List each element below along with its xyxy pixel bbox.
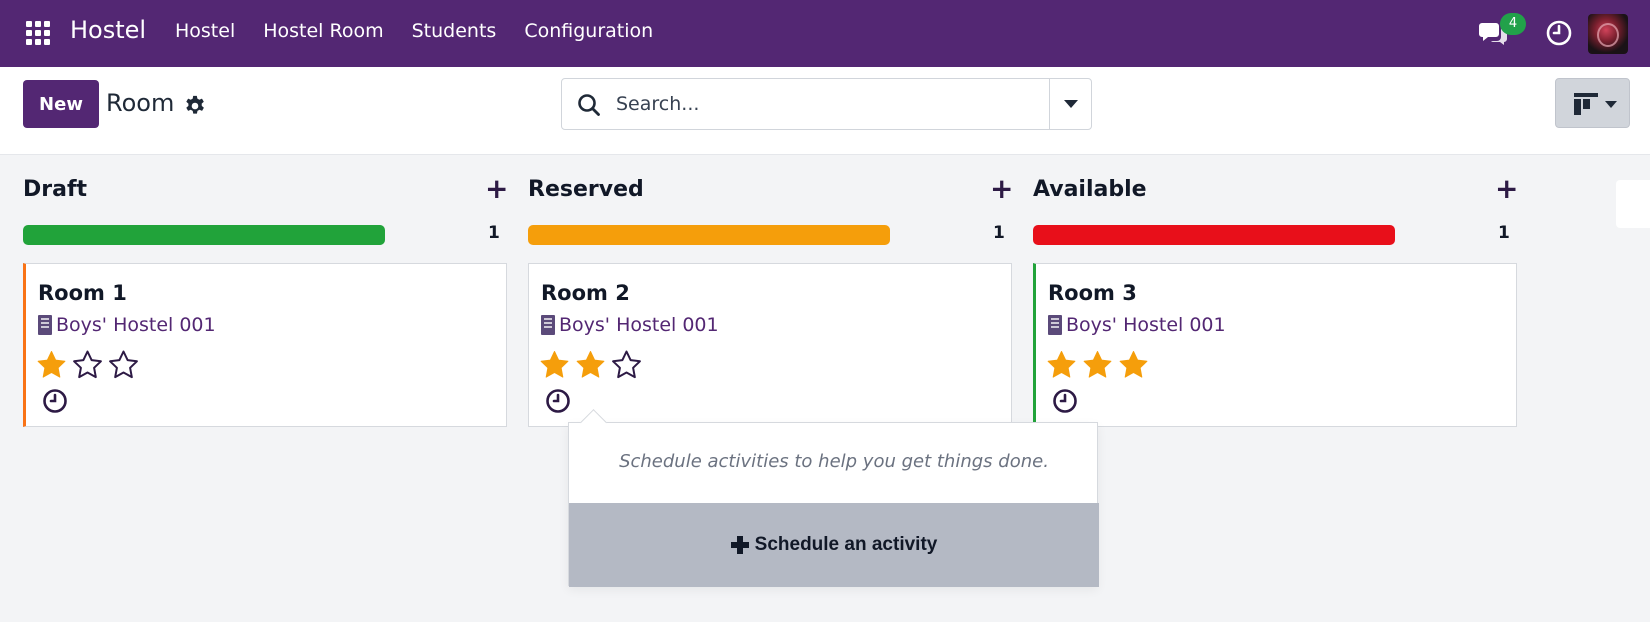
column-progress-bar[interactable] xyxy=(528,225,890,245)
star-empty-icon[interactable] xyxy=(611,350,642,379)
building-icon xyxy=(1048,315,1062,335)
star-empty-icon[interactable] xyxy=(108,350,139,379)
new-button[interactable]: New xyxy=(23,80,99,128)
top-navbar: Hostel Hostel Hostel Room Students Confi… xyxy=(0,0,1650,67)
app-brand[interactable]: Hostel xyxy=(70,16,146,44)
column-title: Available xyxy=(1033,177,1147,202)
plus-icon xyxy=(730,536,749,554)
kanban-view-icon xyxy=(1574,93,1598,115)
chevron-down-icon xyxy=(1605,101,1617,108)
column-add-icon[interactable]: + xyxy=(990,175,1013,203)
schedule-activity-button[interactable]: Schedule an activity xyxy=(569,503,1099,587)
column-progress-bar[interactable] xyxy=(1033,225,1395,245)
schedule-activity-label: Schedule an activity xyxy=(754,534,938,555)
hostel-name: Boys' Hostel 001 xyxy=(559,314,719,336)
column-title: Draft xyxy=(23,177,88,202)
main-menu: Hostel Hostel Room Students Configuratio… xyxy=(175,20,653,42)
card-hostel: Boys' Hostel 001 xyxy=(38,314,216,336)
priority-stars xyxy=(36,350,139,379)
kanban-card[interactable]: Room 2 Boys' Hostel 001 xyxy=(528,263,1012,427)
page-title: Room xyxy=(106,89,175,117)
card-title: Room 2 xyxy=(541,281,630,305)
activity-clock-icon[interactable] xyxy=(1052,388,1078,414)
column-add-icon[interactable]: + xyxy=(1495,175,1518,203)
card-hostel: Boys' Hostel 001 xyxy=(541,314,719,336)
star-filled-icon[interactable] xyxy=(575,350,606,379)
apps-grid-icon[interactable] xyxy=(26,21,50,45)
search-input[interactable] xyxy=(616,89,1016,119)
hostel-name: Boys' Hostel 001 xyxy=(1066,314,1226,336)
search-icon xyxy=(578,94,600,116)
activity-popover: Schedule activities to help you get thin… xyxy=(568,422,1099,587)
menu-item-hostel[interactable]: Hostel xyxy=(175,20,235,42)
column-count: 1 xyxy=(993,223,1005,243)
clock-icon[interactable] xyxy=(1546,20,1572,46)
star-filled-icon[interactable] xyxy=(1046,350,1077,379)
card-title: Room 1 xyxy=(38,281,127,305)
card-hostel: Boys' Hostel 001 xyxy=(1048,314,1226,336)
card-title: Room 3 xyxy=(1048,281,1137,305)
column-count: 1 xyxy=(488,223,500,243)
menu-item-hostel-room[interactable]: Hostel Room xyxy=(263,20,383,42)
star-filled-icon[interactable] xyxy=(1082,350,1113,379)
user-avatar[interactable] xyxy=(1588,14,1628,54)
star-filled-icon[interactable] xyxy=(539,350,570,379)
column-progress-bar[interactable] xyxy=(23,225,385,245)
building-icon xyxy=(541,315,555,335)
kanban-card[interactable]: Room 1 Boys' Hostel 001 xyxy=(23,263,507,427)
activity-clock-icon[interactable] xyxy=(42,388,68,414)
priority-stars xyxy=(539,350,642,379)
search-bar xyxy=(561,78,1092,130)
control-panel: New Room xyxy=(0,67,1650,155)
column-add-icon[interactable]: + xyxy=(485,175,508,203)
next-column-edge xyxy=(1616,180,1650,228)
building-icon xyxy=(38,315,52,335)
priority-stars xyxy=(1046,350,1149,379)
hostel-name: Boys' Hostel 001 xyxy=(56,314,216,336)
star-empty-icon[interactable] xyxy=(72,350,103,379)
menu-item-configuration[interactable]: Configuration xyxy=(524,20,653,42)
gear-icon[interactable] xyxy=(184,95,206,117)
star-filled-icon[interactable] xyxy=(36,350,67,379)
star-filled-icon[interactable] xyxy=(1118,350,1149,379)
messages-count-badge: 4 xyxy=(1500,13,1526,35)
view-switcher-button[interactable] xyxy=(1555,78,1630,128)
kanban-card[interactable]: Room 3 Boys' Hostel 001 xyxy=(1033,263,1517,427)
popover-message: Schedule activities to help you get thin… xyxy=(619,451,1049,472)
search-options-toggle[interactable] xyxy=(1050,79,1092,129)
column-count: 1 xyxy=(1498,223,1510,243)
activity-clock-icon[interactable] xyxy=(545,388,571,414)
column-title: Reserved xyxy=(528,177,644,202)
menu-item-students[interactable]: Students xyxy=(412,20,497,42)
